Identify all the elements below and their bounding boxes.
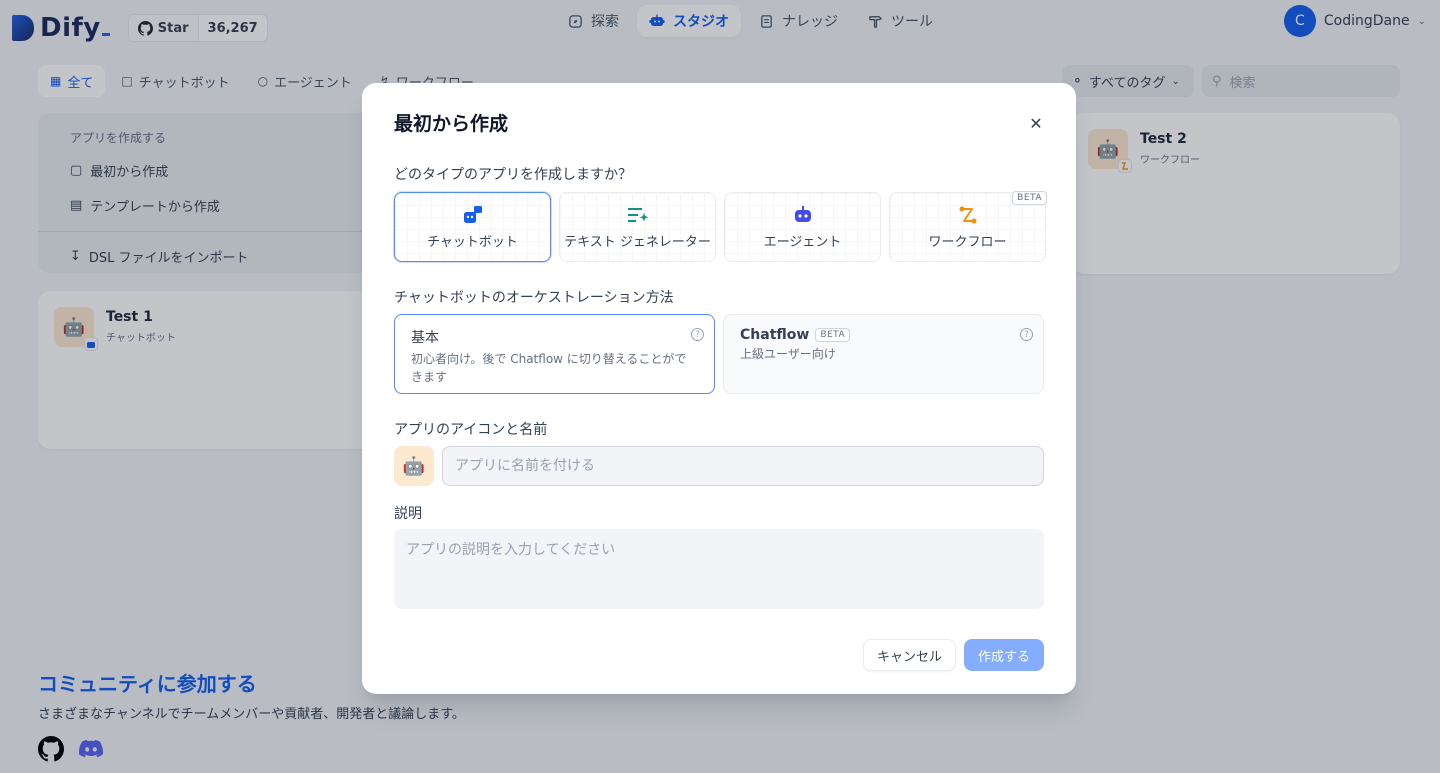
agent-icon (794, 205, 811, 222)
description-label: 説明 (394, 506, 422, 522)
app-name-input[interactable] (442, 446, 1044, 486)
app-type-agent-label: エージェント (763, 234, 842, 250)
app-type-question: どのタイプのアプリを作成しますか？ (394, 167, 632, 183)
close-icon[interactable]: ✕ (1026, 113, 1046, 133)
app-type-text-generator-label: テキスト ジェネレーター (564, 234, 711, 250)
icon-name-label: アプリのアイコンと名前 (394, 422, 548, 438)
workflow-icon (959, 206, 976, 223)
app-icon-picker[interactable]: 🤖 (394, 446, 434, 486)
help-icon[interactable]: ? (1020, 328, 1033, 341)
orchestration-basic-title: 基本 (411, 330, 439, 346)
app-type-agent[interactable]: エージェント (724, 192, 881, 262)
robot-emoji-icon: 🤖 (402, 455, 426, 477)
orchestration-options: 基本 初心者向け。後で Chatflow に切り替えることができます ? Cha… (394, 314, 1044, 394)
orchestration-chatflow-desc: 上級ユーザー向け (740, 347, 836, 361)
app-description-input[interactable] (394, 529, 1044, 609)
chatbot-icon (463, 205, 482, 223)
text-generator-icon (627, 207, 648, 222)
app-type-chatbot-label: チャットボット (427, 234, 518, 250)
create-app-dialog: 最初から作成 ✕ どのタイプのアプリを作成しますか？ チャットボット テキスト … (362, 83, 1076, 694)
app-type-chatbot[interactable]: チャットボット (394, 192, 551, 262)
app-type-options: チャットボット テキスト ジェネレーター エージェント ワークフロー BETA (394, 191, 1047, 262)
help-icon[interactable]: ? (691, 328, 704, 341)
app-type-workflow[interactable]: ワークフロー BETA (889, 191, 1047, 262)
app-type-workflow-label: ワークフロー (928, 234, 1007, 250)
orchestration-basic[interactable]: 基本 初心者向け。後で Chatflow に切り替えることができます ? (394, 314, 715, 394)
orchestration-chatflow[interactable]: Chatflow BETA 上級ユーザー向け ? (723, 314, 1044, 394)
orchestration-basic-desc: 初心者向け。後で Chatflow に切り替えることができます (411, 352, 687, 384)
app-type-text-generator[interactable]: テキスト ジェネレーター (559, 192, 716, 262)
cancel-button[interactable]: キャンセル (863, 639, 956, 671)
create-button[interactable]: 作成する (964, 639, 1044, 671)
beta-badge: BETA (815, 328, 851, 342)
orchestration-chatflow-title: Chatflow (740, 327, 810, 343)
beta-badge: BETA (1012, 191, 1047, 205)
dialog-title: 最初から作成 (394, 113, 509, 135)
orchestration-label: チャットボットのオーケストレーション方法 (394, 290, 674, 306)
